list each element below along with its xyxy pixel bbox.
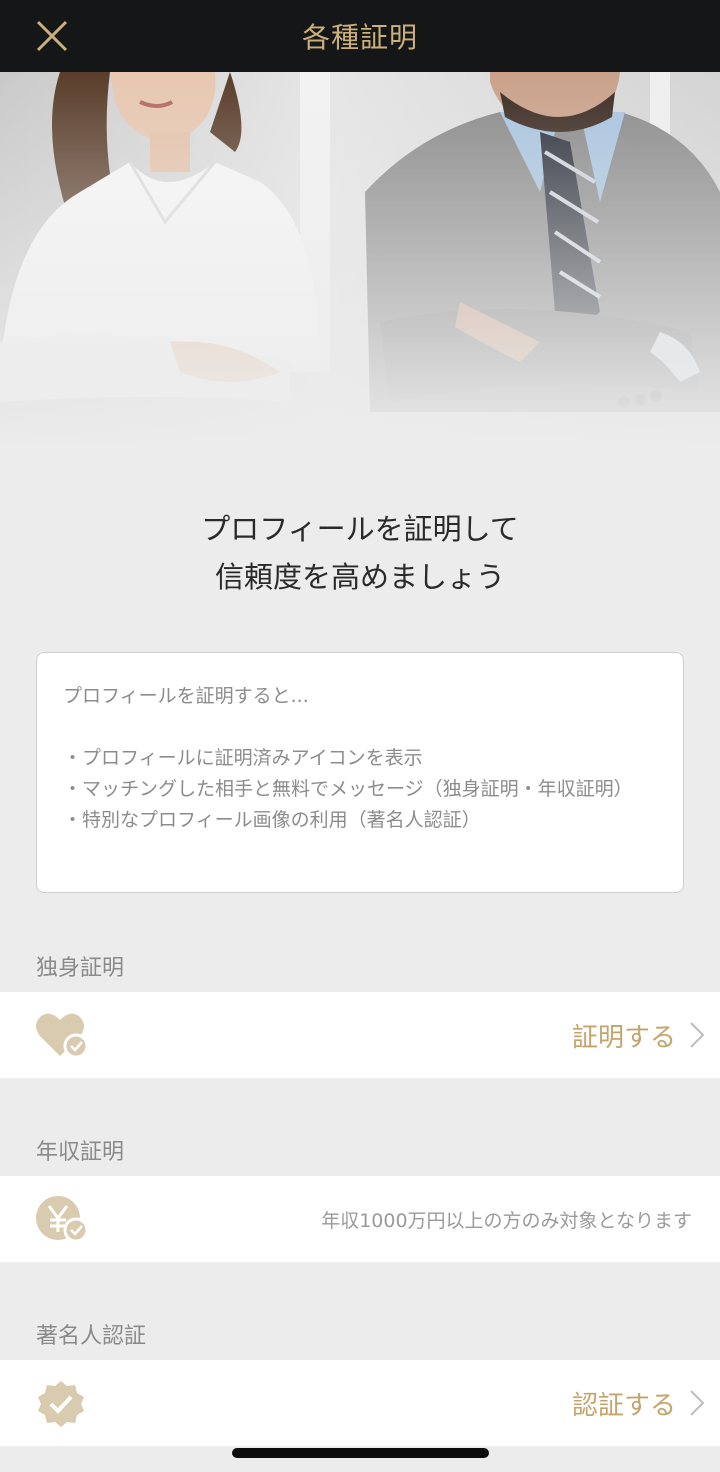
promo-heading-line1: プロフィールを証明して xyxy=(201,512,519,546)
income-cert-note: 年収1000万円以上の方のみ対象となります xyxy=(321,1209,692,1232)
certify-label: 証明する xyxy=(571,1022,676,1053)
single-cert-label: 独身証明 xyxy=(36,956,125,981)
benefits-intro: プロフィールを証明すると... xyxy=(63,685,309,707)
celebrity-cert-row[interactable]: 認証する xyxy=(0,1360,720,1446)
home-indicator[interactable] xyxy=(232,1448,489,1458)
promo-heading-line2: 信頼度を高めましょう xyxy=(214,560,505,594)
yen-check-icon xyxy=(36,1196,89,1243)
chevron-right-icon xyxy=(690,1022,705,1048)
benefit-item: ・特別なプロフィール画像の利用（著名人認証） xyxy=(63,809,481,831)
close-icon xyxy=(36,20,68,52)
verify-label: 認証する xyxy=(571,1390,676,1421)
page-title: 各種証明 xyxy=(301,21,418,54)
top-bar: 各種証明 xyxy=(0,0,720,72)
benefit-item: ・マッチングした相手と無料でメッセージ（独身証明・年収証明） xyxy=(63,778,633,800)
heart-check-icon xyxy=(36,1013,89,1059)
promo-heading: プロフィールを証明して 信頼度を高めましょう xyxy=(0,505,720,601)
single-cert-row[interactable]: 証明する xyxy=(0,992,720,1078)
income-cert-row: 年収1000万円以上の方のみ対象となります xyxy=(0,1176,720,1262)
close-button[interactable] xyxy=(30,14,74,58)
celebrity-cert-action[interactable]: 認証する xyxy=(572,1360,706,1446)
benefit-item: ・プロフィールに証明済みアイコンを表示 xyxy=(63,747,423,769)
benefits-box: プロフィールを証明すると... ・プロフィールに証明済みアイコンを表示 ・マッチ… xyxy=(36,652,684,893)
single-cert-action[interactable]: 証明する xyxy=(572,992,706,1078)
income-cert-label: 年収証明 xyxy=(36,1140,125,1165)
hero-image xyxy=(0,72,720,452)
chevron-right-icon xyxy=(690,1390,705,1416)
verified-badge-icon xyxy=(38,1381,84,1427)
celebrity-cert-label: 著名人認証 xyxy=(36,1324,147,1349)
